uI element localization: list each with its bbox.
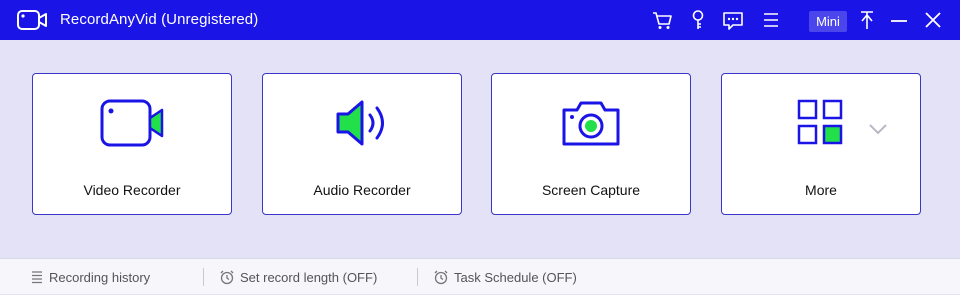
app-logo-icon (17, 10, 47, 30)
more-label: More (805, 182, 837, 198)
set-record-length-label: Set record length (OFF) (240, 269, 378, 285)
video-recorder-label: Video Recorder (83, 182, 181, 198)
more-card[interactable]: More (721, 73, 921, 215)
cart-icon[interactable] (651, 9, 673, 31)
alarm-clock-icon (220, 270, 234, 285)
screen-capture-label: Screen Capture (541, 182, 641, 198)
divider (203, 268, 204, 286)
title-bar: RecordAnyVid (Unregistered) Mini (0, 0, 960, 40)
menu-icon[interactable] (760, 9, 782, 31)
video-recorder-card[interactable]: Video Recorder (32, 73, 232, 215)
window-title: RecordAnyVid (Unregistered) (60, 11, 259, 28)
audio-recorder-card[interactable]: Audio Recorder (262, 73, 462, 215)
key-icon[interactable] (687, 9, 709, 31)
mini-button[interactable]: Mini (809, 11, 847, 32)
screen-capture-card[interactable]: Screen Capture (491, 73, 691, 215)
feedback-icon[interactable] (722, 9, 744, 31)
list-icon (32, 271, 42, 284)
video-camera-icon (100, 99, 164, 147)
main-content: Video Recorder Audio Recorder Screen Cap… (0, 40, 960, 258)
grid-icon (797, 99, 843, 145)
close-icon[interactable] (922, 9, 944, 31)
speaker-icon (336, 100, 384, 146)
set-record-length-button[interactable]: Set record length (OFF) (219, 259, 377, 295)
chevron-down-icon[interactable] (868, 122, 888, 136)
camera-icon (562, 101, 620, 146)
alarm-clock-icon (434, 270, 448, 285)
recording-history-button[interactable]: Recording history (30, 259, 150, 295)
minimize-icon[interactable] (888, 9, 910, 31)
audio-recorder-label: Audio Recorder (313, 182, 411, 198)
recording-history-label: Recording history (49, 269, 151, 285)
status-bar: Recording history Set record length (OFF… (0, 258, 960, 294)
divider (417, 268, 418, 286)
pin-icon[interactable] (856, 9, 878, 31)
task-schedule-button[interactable]: Task Schedule (OFF) (433, 259, 577, 295)
task-schedule-label: Task Schedule (OFF) (454, 269, 577, 285)
